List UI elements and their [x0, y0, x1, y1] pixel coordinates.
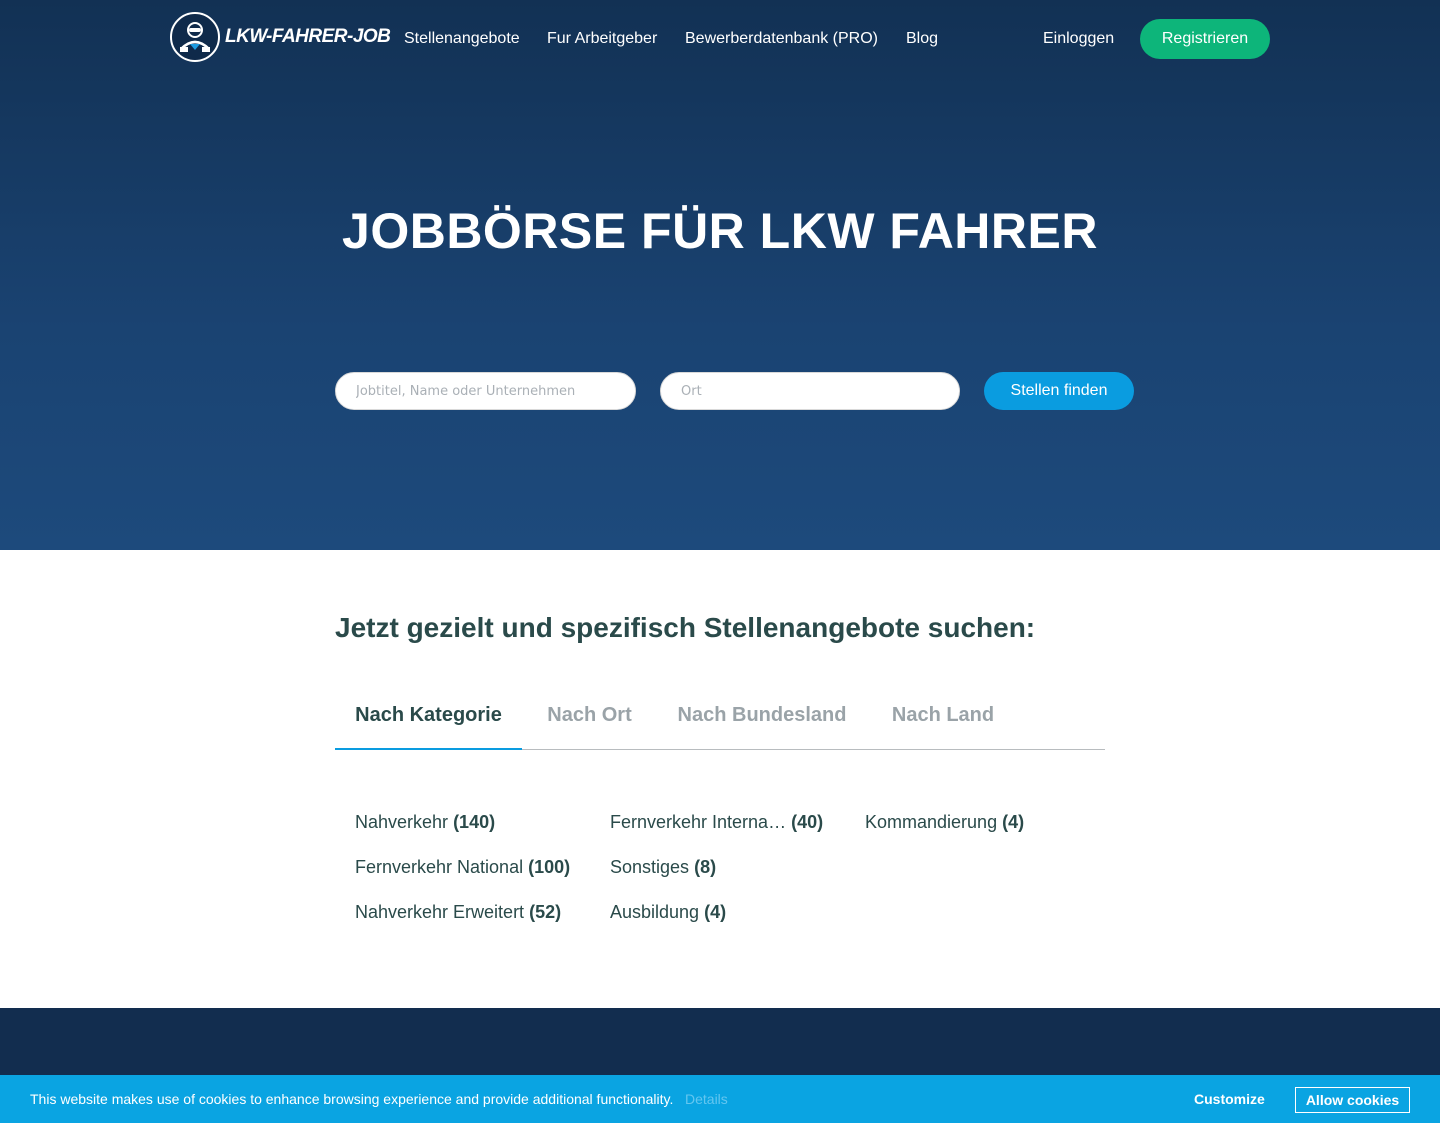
login-link[interactable]: Einloggen — [1043, 30, 1114, 48]
category-name: Kommandierung — [865, 812, 998, 832]
nav-link-bewerberdatenbank[interactable]: Bewerberdatenbank (PRO) — [685, 30, 878, 48]
site-logo[interactable]: LKW-FAHRER-JOB — [170, 12, 391, 62]
category-link[interactable]: Kommandierung (4) — [865, 812, 1024, 833]
search-tabs: Nach Kategorie Nach Ort Nach Bundesland … — [335, 688, 1105, 750]
cookie-message: This website makes use of cookies to enh… — [30, 1091, 674, 1107]
category-name: Nahverkehr — [355, 812, 449, 832]
nav-link-blog[interactable]: Blog — [906, 30, 938, 48]
tab-nach-kategorie[interactable]: Nach Kategorie — [335, 688, 522, 750]
category-link[interactable]: Fernverkehr Interna… (40) — [610, 812, 823, 833]
hero-section: LKW-FAHRER-JOB Stellenangebote Fur Arbei… — [0, 0, 1440, 550]
hero-title: JOBBÖRSE FÜR LKW FAHRER — [342, 203, 1098, 259]
category-count: (40) — [791, 812, 824, 832]
category-name: Nahverkehr Erweitert — [355, 902, 525, 922]
nav-link-arbeitgeber[interactable]: Fur Arbeitgeber — [547, 30, 657, 48]
category-count: (140) — [453, 812, 496, 832]
tab-nach-ort[interactable]: Nach Ort — [522, 688, 657, 750]
category-link[interactable]: Nahverkehr (140) — [355, 812, 495, 833]
category-link[interactable]: Nahverkehr Erweitert (52) — [355, 902, 561, 923]
category-link[interactable]: Fernverkehr National (100) — [355, 857, 570, 878]
category-name: Sonstiges — [610, 857, 690, 877]
register-button[interactable]: Registrieren — [1140, 19, 1270, 59]
nav-link-stellenangebote[interactable]: Stellenangebote — [404, 30, 520, 48]
cookie-customize-button[interactable]: Customize — [1194, 1091, 1265, 1107]
category-name: Fernverkehr Interna… — [610, 812, 787, 832]
section-heading: Jetzt gezielt und spezifisch Stellenange… — [335, 612, 1036, 643]
job-search-input[interactable] — [335, 372, 636, 410]
tab-nach-bundesland[interactable]: Nach Bundesland — [657, 688, 867, 750]
logo-text: LKW-FAHRER-JOB — [225, 26, 391, 47]
category-name: Fernverkehr National — [355, 857, 524, 877]
category-count: (52) — [529, 902, 562, 922]
allow-cookies-button[interactable]: Allow cookies — [1295, 1087, 1410, 1113]
location-input[interactable] — [660, 372, 960, 410]
find-jobs-button[interactable]: Stellen finden — [984, 372, 1134, 410]
category-link[interactable]: Sonstiges (8) — [610, 857, 716, 878]
top-navigation: LKW-FAHRER-JOB Stellenangebote Fur Arbei… — [0, 0, 1440, 78]
category-link[interactable]: Ausbildung (4) — [610, 902, 726, 923]
cookie-banner: This website makes use of cookies to enh… — [0, 1075, 1440, 1123]
category-count: (4) — [1002, 812, 1025, 832]
category-count: (100) — [528, 857, 571, 877]
driver-logo-icon — [170, 12, 220, 62]
category-count: (4) — [704, 902, 727, 922]
tab-nach-land[interactable]: Nach Land — [867, 688, 1019, 750]
category-name: Ausbildung — [610, 902, 700, 922]
cookie-details-link[interactable]: Details — [685, 1091, 728, 1107]
category-count: (8) — [694, 857, 717, 877]
